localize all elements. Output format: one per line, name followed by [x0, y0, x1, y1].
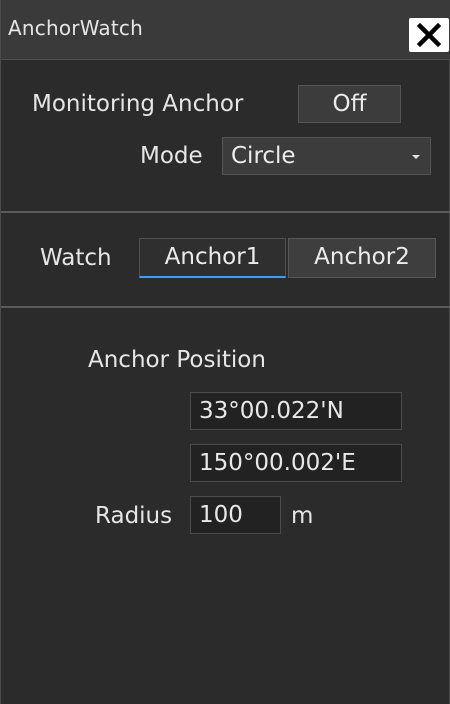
monitoring-anchor-label: Monitoring Anchor: [32, 91, 244, 117]
monitoring-toggle-button[interactable]: Off: [298, 85, 401, 123]
mode-select[interactable]: Circle: [222, 137, 431, 175]
tab-anchor1[interactable]: Anchor1: [139, 238, 286, 278]
radius-field[interactable]: 100: [190, 496, 281, 534]
tab-anchor2[interactable]: Anchor2: [288, 238, 436, 278]
watch-label: Watch: [40, 245, 112, 271]
radius-label: Radius: [95, 503, 173, 529]
divider-bottom: [1, 306, 450, 308]
anchor-position-heading: Anchor Position: [88, 347, 266, 373]
longitude-field[interactable]: 150°00.002'E: [190, 444, 402, 482]
title-bar: AnchorWatch: [1, 0, 450, 60]
window-title: AnchorWatch: [8, 16, 143, 40]
anchor-watch-panel: AnchorWatch Monitoring Anchor Off Mode C…: [0, 0, 450, 704]
chevron-down-icon: [412, 155, 420, 159]
mode-selected-value: Circle: [231, 143, 296, 169]
mode-label: Mode: [140, 143, 203, 169]
close-button[interactable]: [409, 18, 449, 52]
radius-unit-label: m: [291, 503, 314, 529]
close-icon: [416, 22, 442, 48]
latitude-field[interactable]: 33°00.022'N: [190, 392, 402, 430]
divider-top: [1, 211, 450, 213]
